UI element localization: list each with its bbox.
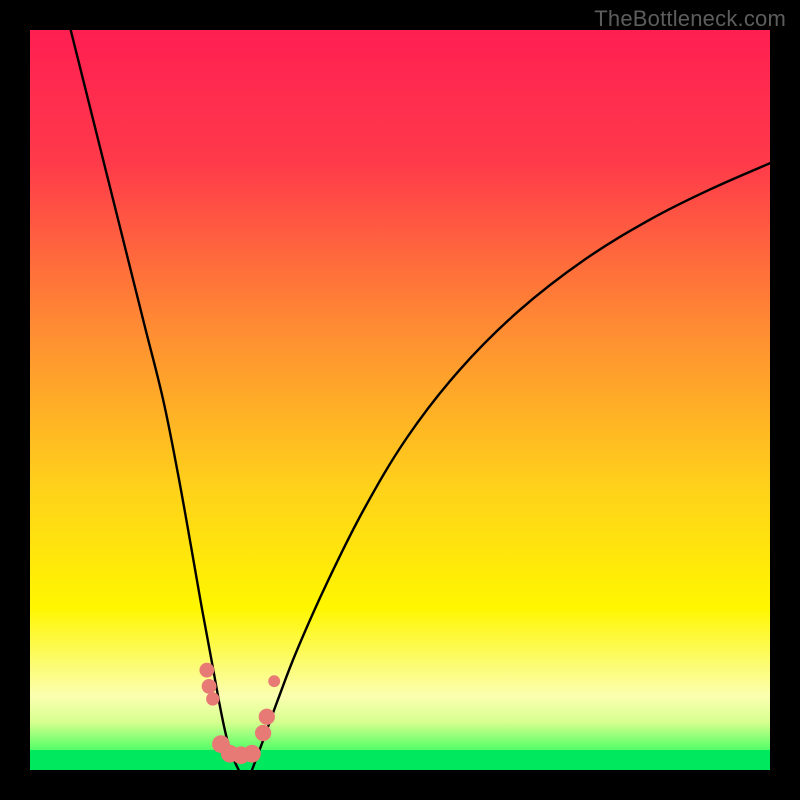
data-marker xyxy=(206,692,219,705)
plot-area xyxy=(30,30,770,770)
data-marker xyxy=(199,663,214,678)
data-marker xyxy=(259,709,275,725)
data-marker xyxy=(255,725,271,741)
curve-layer xyxy=(30,30,770,770)
bottleneck-curve-left-branch xyxy=(71,30,239,770)
bottleneck-curve-right-branch xyxy=(252,163,770,770)
data-marker xyxy=(202,679,217,694)
watermark-text: TheBottleneck.com xyxy=(594,6,786,32)
outer-frame: TheBottleneck.com xyxy=(0,0,800,800)
data-marker xyxy=(268,675,280,687)
data-marker xyxy=(243,745,261,763)
